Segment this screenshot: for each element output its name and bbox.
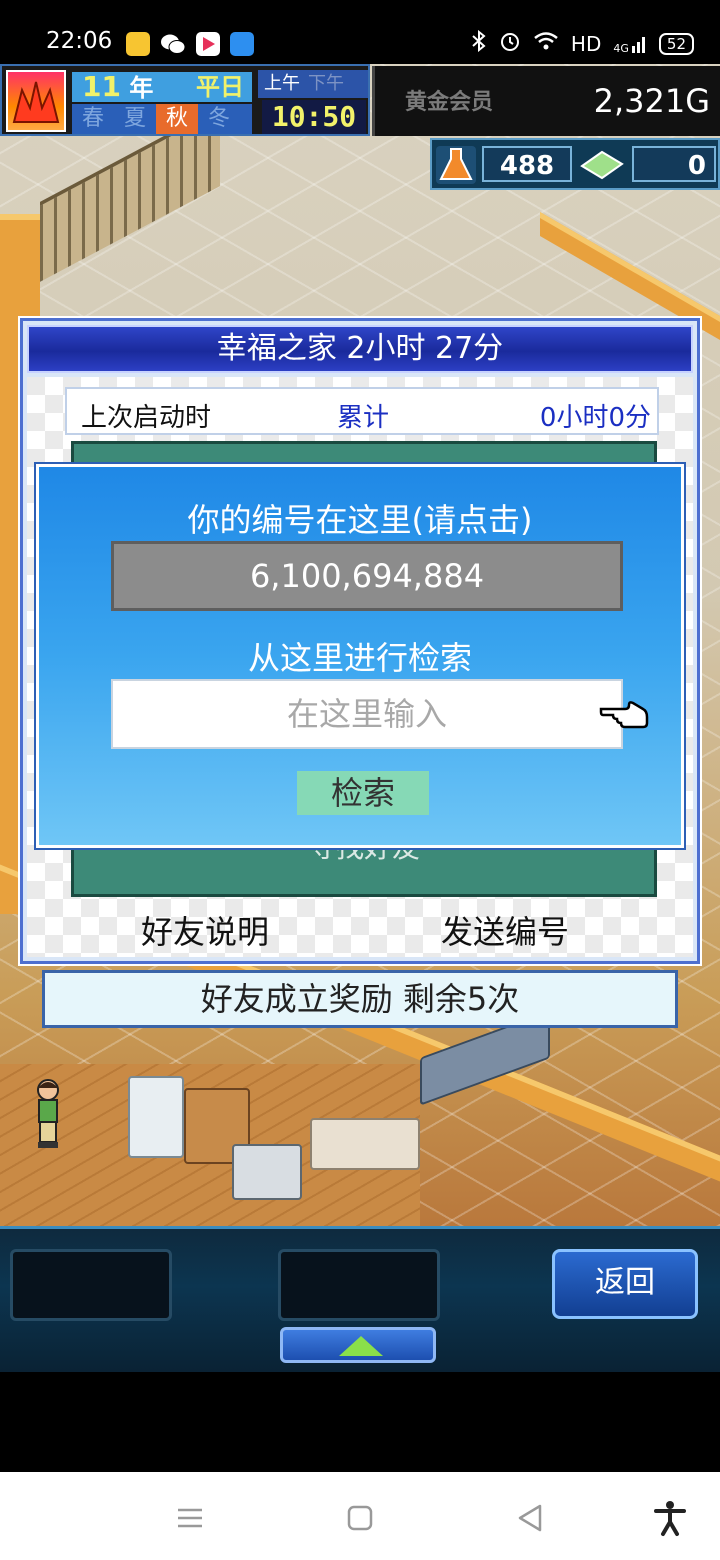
date-panel: 11 年 平日 春夏秋冬 上午 下午 10:50 [0, 64, 370, 136]
year-label: 年 [129, 74, 154, 102]
pm-label: 下午 [308, 73, 344, 94]
panel-title: 幸福之家 2小时 27分 [27, 325, 693, 373]
company-flag-icon [6, 70, 66, 132]
member-badge: 黄金会员 [405, 90, 494, 115]
friend-search-dialog: 你的编号在这里(请点击) 6,100,694,884 从这里进行检索 检索 [34, 462, 686, 850]
game-clock: 10:50 [262, 100, 366, 134]
sofa [310, 1118, 420, 1170]
send-id-button[interactable]: 发送编号 [441, 907, 569, 953]
friend-help-button[interactable]: 好友说明 [141, 907, 269, 953]
id-heading: 你的编号在这里(请点击) [187, 501, 533, 539]
weekday-label: 平日 [196, 73, 244, 101]
signal-icon: 4G [613, 34, 647, 54]
season-spring: 春 [81, 106, 104, 131]
up-arrow-icon [339, 1336, 383, 1356]
video-app-icon [196, 32, 220, 56]
letterbox [0, 1372, 720, 1472]
flask-icon [436, 146, 476, 184]
menu-icon[interactable] [170, 1498, 210, 1538]
ticket-icon [578, 146, 626, 184]
season-display: 春夏秋冬 [72, 104, 252, 134]
last-launch-label: 上次启动时 [81, 403, 212, 433]
character-sprite[interactable] [30, 1078, 66, 1150]
back-button[interactable]: 返回 [552, 1249, 698, 1319]
alarm-icon [499, 30, 521, 57]
back-nav-icon[interactable] [510, 1498, 550, 1538]
network-type: HD [570, 31, 602, 56]
year-number: 11 [82, 70, 121, 103]
cloud-app-icon [230, 32, 254, 56]
research-points: 488 [482, 146, 572, 182]
accessibility-icon[interactable] [650, 1498, 690, 1538]
home-icon[interactable] [340, 1498, 380, 1538]
wifi-icon [533, 31, 559, 56]
expand-menu-button[interactable] [280, 1327, 436, 1363]
ampm-display: 上午 下午 [258, 70, 368, 98]
pointing-hand-icon [599, 695, 649, 731]
player-id-box[interactable]: 6,100,694,884 [111, 541, 623, 611]
signal-type: 4G [613, 41, 629, 55]
search-heading: 从这里进行检索 [247, 639, 472, 677]
search-button[interactable]: 检索 [297, 771, 429, 815]
season-summer: 夏 [123, 106, 146, 131]
friend-bonus-banner: 好友成立奖励 剩余5次 [42, 970, 678, 1028]
system-nav-bar [0, 1472, 720, 1560]
cumulative-value: 0小时0分 [539, 403, 651, 433]
notes-app-icon [126, 32, 150, 56]
toolbar-slot-left[interactable] [10, 1249, 172, 1321]
toolbar-slot-center[interactable] [278, 1249, 440, 1321]
battery-icon: 52 [658, 32, 694, 55]
gold-amount: 2,321G [593, 82, 710, 120]
friend-search-input[interactable] [111, 679, 623, 749]
am-label: 上午 [264, 73, 300, 94]
fridge [128, 1076, 184, 1158]
wechat-icon [160, 32, 186, 56]
bluetooth-icon [471, 29, 487, 57]
season-autumn: 秋 [156, 104, 198, 134]
stove [232, 1144, 302, 1200]
money-panel: 黄金会员 2,321G [372, 66, 720, 136]
resource-panel: 488 0 [430, 138, 720, 190]
status-bar: 22:06 HD 4G 52 [0, 0, 720, 64]
last-launch-row: 上次启动时 累计 0小时0分 [65, 387, 659, 435]
cumulative-label: 累计 [337, 403, 390, 433]
year-display: 11 年 平日 [72, 72, 252, 102]
status-right: HD 4G 52 [471, 29, 694, 57]
season-winter: 冬 [207, 106, 230, 131]
ticket-count: 0 [632, 146, 716, 182]
game-toolbar: 返回 [0, 1226, 720, 1372]
status-time: 22:06 [46, 28, 113, 54]
